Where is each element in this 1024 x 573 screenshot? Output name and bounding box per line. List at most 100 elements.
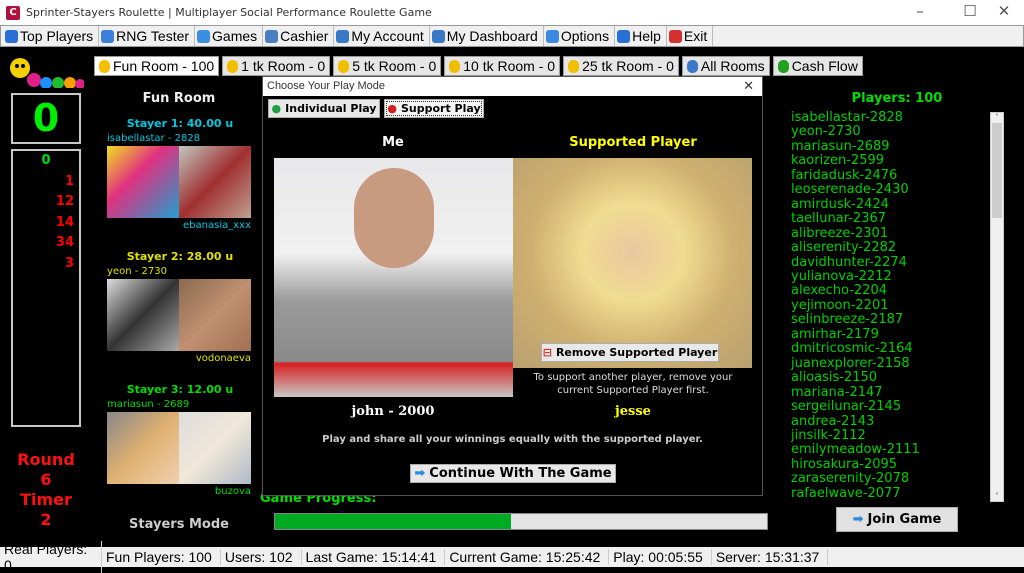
title-bar: C Sprinter-Stayers Roulette | Multiplaye… bbox=[0, 0, 1024, 25]
dollar-icon bbox=[777, 59, 789, 73]
game-progress-bar bbox=[274, 513, 768, 530]
menu-label: Options bbox=[560, 28, 610, 44]
exit-icon bbox=[668, 29, 682, 43]
remove-label: Remove Supported Player bbox=[555, 346, 718, 359]
my-player-photo bbox=[274, 158, 513, 397]
history-number: 12 bbox=[55, 194, 74, 209]
tv-icon bbox=[686, 59, 698, 73]
minus-icon: ⊟ bbox=[542, 346, 552, 359]
join-game-button[interactable]: ➡ Join Game bbox=[836, 507, 958, 532]
room-tab-label: Cash Flow bbox=[791, 58, 858, 74]
player-list-item[interactable]: yejimoon-2201 bbox=[791, 298, 986, 313]
player-list-item[interactable]: leoserenade-2430 bbox=[791, 182, 986, 197]
player-list-item[interactable]: dmitricosmic-2164 bbox=[791, 341, 986, 356]
room-tab-5-tk-room-0[interactable]: 5 tk Room - 0 bbox=[333, 56, 442, 76]
individual-play-label: Individual Play bbox=[285, 102, 377, 115]
timer-value: 2 bbox=[40, 510, 52, 529]
players-list[interactable]: isabellastar-2828 yeon-2730 mariasun-2689 k… bbox=[791, 111, 986, 501]
scroll-thumb[interactable] bbox=[992, 123, 1002, 218]
menu-label: Games bbox=[212, 28, 258, 44]
player-list-item[interactable]: jinsilk-2112 bbox=[791, 428, 986, 443]
shield-icon bbox=[568, 59, 580, 73]
star-icon bbox=[338, 59, 350, 73]
player-list-item[interactable]: zaraserenity-2078 bbox=[791, 471, 986, 486]
menu-exit[interactable]: Exit bbox=[667, 26, 714, 46]
supported-photo bbox=[179, 412, 251, 484]
round-label: Round bbox=[17, 450, 75, 469]
room-tab-1-tk-room-0[interactable]: 1 tk Room - 0 bbox=[222, 56, 331, 76]
individual-play-button[interactable]: ● Individual Play bbox=[268, 99, 380, 118]
menu-cashier[interactable]: Cashier bbox=[263, 26, 335, 46]
player-list-item[interactable]: emilymeadow-2111 bbox=[791, 442, 986, 457]
player-list-item[interactable]: mariana-2147 bbox=[791, 385, 986, 400]
user-icon: ● bbox=[271, 102, 282, 115]
stayer-heading: Stayer 1: 40.00 u bbox=[126, 117, 234, 130]
player-list-item[interactable]: mariasun-2689 bbox=[791, 139, 986, 154]
menu-my-account[interactable]: My Account bbox=[334, 26, 430, 46]
menu-help[interactable]: Help bbox=[615, 26, 667, 46]
hint-line-2: current Supported Player first. bbox=[557, 385, 709, 396]
stayer-player-name: mariasun - 2689 bbox=[107, 399, 190, 410]
menu-games[interactable]: Games bbox=[195, 26, 264, 46]
supported-player-name: buzova bbox=[214, 486, 251, 497]
hint-line-1: To support another player, remove your bbox=[533, 372, 733, 383]
player-list-item[interactable]: amirhar-2179 bbox=[791, 327, 986, 342]
player-list-item[interactable]: yeon-2730 bbox=[791, 124, 986, 139]
stayer-photos bbox=[107, 412, 255, 484]
player-list-item[interactable]: andrea-2143 bbox=[791, 414, 986, 429]
player-list-item[interactable]: amirdusk-2424 bbox=[791, 197, 986, 212]
room-tab-cash-flow[interactable]: Cash Flow bbox=[772, 56, 863, 76]
menu-my-dashboard[interactable]: My Dashboard bbox=[430, 26, 544, 46]
player-list-item[interactable]: faridadusk-2476 bbox=[791, 168, 986, 183]
support-play-button[interactable]: ● Support Play bbox=[384, 99, 484, 118]
player-list-item[interactable]: aliserenity-2282 bbox=[791, 240, 986, 255]
scroll-down-icon[interactable]: ˅ bbox=[991, 492, 1003, 501]
stayer-player-name: isabellastar - 2828 bbox=[107, 133, 201, 144]
supported-player-label: Supported Player bbox=[569, 135, 697, 150]
close-button[interactable]: ✕ bbox=[984, 2, 1024, 20]
history-number: 1 bbox=[64, 173, 74, 189]
player-list-item[interactable]: isabellastar-2828 bbox=[791, 111, 986, 125]
me-label: Me bbox=[382, 135, 404, 150]
player-list-item[interactable]: yulianova-2212 bbox=[791, 269, 986, 284]
minimize-button[interactable]: – bbox=[900, 2, 940, 20]
player-list-item[interactable]: davidhunter-2274 bbox=[791, 255, 986, 270]
room-tab-10-tk-room-0[interactable]: 10 tk Room - 0 bbox=[444, 56, 561, 76]
player-list-item[interactable]: alioasis-2150 bbox=[791, 370, 986, 385]
join-game-label: Join Game bbox=[867, 512, 942, 527]
player-list-item[interactable]: hirosakura-2095 bbox=[791, 457, 986, 472]
player-list-item[interactable]: selinbreeze-2187 bbox=[791, 312, 986, 327]
player-list-item[interactable]: sergeilunar-2145 bbox=[791, 399, 986, 414]
room-tab-25-tk-room-0[interactable]: 25 tk Room - 0 bbox=[563, 56, 679, 76]
room-tab-label: Fun Room - 100 bbox=[113, 58, 215, 74]
players-scrollbar[interactable]: ˄ ˅ bbox=[990, 112, 1004, 502]
history-number: 0 bbox=[41, 153, 51, 168]
compass-icon bbox=[101, 29, 115, 43]
monitor-icon bbox=[431, 29, 445, 43]
room-tab-fun-room-100[interactable]: Fun Room - 100 bbox=[94, 56, 220, 76]
player-list-item[interactable]: juanexplorer-2158 bbox=[791, 356, 986, 371]
supported-player-photo bbox=[513, 158, 752, 368]
player-list-item[interactable]: rafaelwave-2077 bbox=[791, 486, 986, 501]
scroll-up-icon[interactable]: ˄ bbox=[991, 113, 1003, 122]
room-tab-all-rooms[interactable]: All Rooms bbox=[681, 56, 770, 76]
player-list-item[interactable]: alexecho-2204 bbox=[791, 283, 986, 298]
stayer-card: Stayer 1: 40.00 u isabellastar - 2828 eban… bbox=[105, 117, 255, 250]
continue-button[interactable]: ➡ Continue With The Game bbox=[410, 464, 616, 483]
stayers-panel: Stayer 1: 40.00 u isabellastar - 2828 eban… bbox=[105, 117, 255, 516]
menu-options[interactable]: Options bbox=[544, 26, 616, 46]
player-list-item[interactable]: kaorizen-2599 bbox=[791, 153, 986, 168]
dialog-close-button[interactable]: ✕ bbox=[743, 78, 754, 94]
remove-supported-player-button[interactable]: ⊟ Remove Supported Player bbox=[541, 343, 719, 362]
support-hint: To support another player, remove your cu… bbox=[513, 371, 753, 397]
player-list-item[interactable]: taellunar-2367 bbox=[791, 211, 986, 226]
app-icon: C bbox=[6, 5, 20, 20]
status-field: Play: 00:05:55 bbox=[609, 549, 712, 565]
menu-rng-tester[interactable]: RNG Tester bbox=[99, 26, 196, 46]
player-list-item[interactable]: alibreeze-2301 bbox=[791, 226, 986, 241]
menu-top-players[interactable]: Top Players bbox=[3, 26, 100, 46]
menu-label: Exit bbox=[683, 28, 708, 44]
menu-label: Top Players bbox=[20, 28, 94, 44]
arrow-right-icon: ➡ bbox=[414, 466, 426, 481]
supported-photo bbox=[179, 146, 251, 218]
